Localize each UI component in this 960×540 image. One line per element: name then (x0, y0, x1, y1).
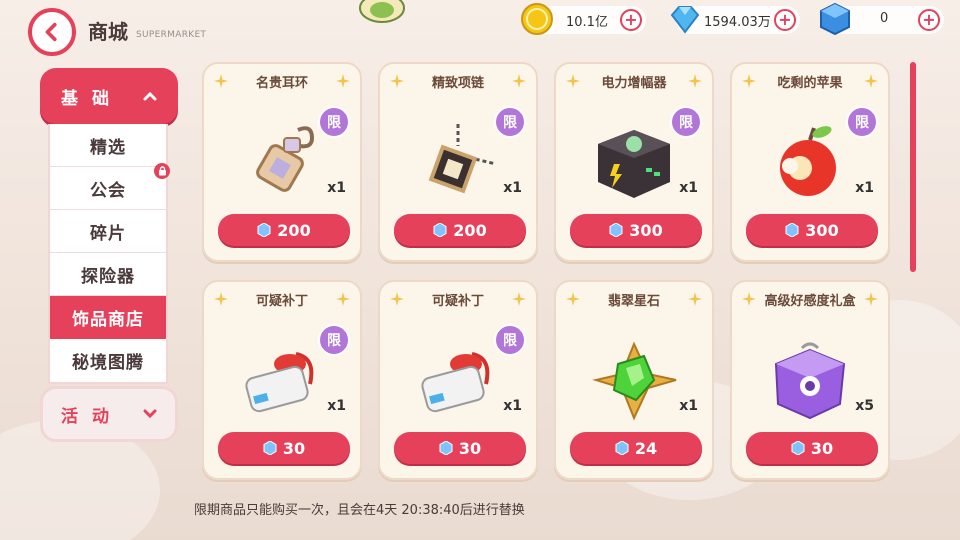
item-quantity: x1 (327, 398, 346, 414)
subcategory-label: 饰品商店 (72, 309, 144, 330)
bitten-apple-icon (780, 126, 836, 196)
gold-coin-icon (521, 3, 553, 35)
category-event-label: 活 动 (61, 406, 113, 427)
blue-cube-icon (820, 2, 850, 36)
subcategory-list: 精选 公会 碎片 探险器 饰品商店 秘境图腾 (48, 124, 170, 384)
buy-button[interactable]: 30 (394, 432, 526, 464)
cube-currency: 0 + (820, 2, 944, 36)
item-price: 200 (453, 220, 487, 240)
chevron-up-icon (143, 91, 157, 101)
subcategory-guild[interactable]: 公会 (50, 163, 170, 210)
diamond-amount: 1594.03万 (704, 15, 771, 30)
cube-amount: 0 (880, 11, 889, 26)
add-diamond-button[interactable]: + (774, 9, 796, 31)
page-title: 商城 (88, 20, 128, 44)
item-quantity: x1 (327, 180, 346, 196)
blue-cube-icon (257, 223, 271, 237)
add-cube-button[interactable]: + (918, 9, 940, 31)
subcategory-explorer[interactable]: 探险器 (50, 253, 166, 296)
patch-icon (245, 352, 314, 413)
subcategory-featured[interactable]: 精选 (50, 124, 166, 167)
item-quantity: x1 (679, 180, 698, 196)
subcategory-secret-totem[interactable]: 秘境图腾 (50, 339, 166, 382)
item-grid: 名贵耳环 限 x1 200 精致项链 限 x1 200 电力增幅器 限 x1 3… (202, 62, 902, 480)
item-price: 30 (810, 438, 834, 458)
necklace-icon (428, 124, 497, 194)
item-card-patch[interactable]: 可疑补丁 限 x1 30 (202, 280, 362, 480)
buy-button[interactable]: 30 (746, 432, 878, 464)
chevron-down-icon (143, 409, 157, 419)
item-name: 翡翠星石 (607, 294, 660, 309)
item-card-power-amplifier[interactable]: 电力增幅器 限 x1 300 (554, 62, 714, 262)
buy-button[interactable]: 24 (570, 432, 702, 464)
item-quantity: x1 (503, 398, 522, 414)
back-button[interactable] (28, 8, 76, 56)
blue-cube-icon (785, 223, 799, 237)
item-name: 精致项链 (431, 76, 484, 91)
item-card-bitten-apple[interactable]: 吃剩的苹果 限 x1 300 (730, 62, 890, 262)
blue-cube-icon (615, 441, 629, 455)
power-amplifier-icon (598, 130, 670, 198)
item-card-emerald-star[interactable]: 翡翠星石 x1 24 (554, 280, 714, 480)
subcategory-accessory-shop[interactable]: 饰品商店 (50, 296, 166, 339)
item-card-necklace[interactable]: 精致项链 限 x1 200 (378, 62, 538, 262)
earring-icon (256, 126, 315, 192)
gold-amount: 10.1亿 (566, 15, 608, 30)
gold-currency: 10.1亿 + (521, 3, 646, 35)
item-price: 30 (282, 438, 306, 458)
blue-cube-icon (263, 441, 277, 455)
item-card-earring[interactable]: 名贵耳环 限 x1 200 (202, 62, 362, 262)
item-name: 可疑补丁 (431, 294, 484, 309)
item-name: 名贵耳环 (255, 76, 308, 91)
item-card-gift-box[interactable]: 高级好感度礼盒 x5 30 (730, 280, 890, 480)
top-bar: 商城 SUPERMARKET 10.1亿 + 1594.03万 + 0 + (0, 0, 960, 56)
blue-cube-icon (609, 223, 623, 237)
scrollbar[interactable] (910, 62, 916, 482)
subcategory-fragments[interactable]: 碎片 (50, 210, 166, 253)
buy-button[interactable]: 200 (218, 214, 350, 246)
subcategory-label: 探险器 (81, 266, 135, 287)
buy-button[interactable]: 300 (570, 214, 702, 246)
subcategory-label: 碎片 (90, 223, 126, 244)
item-quantity: x1 (503, 180, 522, 196)
subcategory-label: 秘境图腾 (72, 353, 144, 373)
refresh-notice: 限期商品只能购买一次，且会在4天 20:38:40后进行替换 (194, 503, 525, 518)
blue-cube-icon (791, 441, 805, 455)
gift-box-icon (774, 342, 846, 420)
buy-button[interactable]: 300 (746, 214, 878, 246)
category-event-button[interactable]: 活 动 (40, 386, 178, 442)
item-name: 高级好感度礼盒 (764, 294, 856, 309)
item-quantity: x1 (855, 180, 874, 196)
lock-icon (154, 163, 170, 179)
item-price: 300 (805, 220, 839, 240)
diamond-currency: 1594.03万 + (670, 6, 800, 34)
item-name: 吃剩的苹果 (777, 76, 843, 91)
back-arrow-icon (45, 22, 57, 42)
item-quantity: x5 (855, 398, 874, 414)
subcategory-label: 精选 (90, 137, 126, 158)
mascot-icon (359, 0, 405, 23)
category-basic-button[interactable]: 基 础 (40, 68, 178, 124)
buy-button[interactable]: 200 (394, 214, 526, 246)
add-gold-button[interactable]: + (620, 9, 642, 31)
item-price: 30 (458, 438, 482, 458)
item-name: 可疑补丁 (255, 294, 308, 309)
blue-cube-icon (439, 441, 453, 455)
patch-icon (421, 352, 490, 413)
item-quantity: x1 (679, 398, 698, 414)
buy-button[interactable]: 30 (218, 432, 350, 464)
item-price: 300 (629, 220, 663, 240)
diamond-icon (670, 6, 700, 34)
scrollbar-thumb[interactable] (910, 62, 916, 272)
emerald-star-icon (592, 341, 677, 421)
blue-cube-icon (433, 223, 447, 237)
category-basic-label: 基 础 (61, 88, 113, 109)
item-card-patch[interactable]: 可疑补丁 限 x1 30 (378, 280, 538, 480)
item-price: 200 (277, 220, 311, 240)
item-price: 24 (634, 438, 658, 458)
subcategory-label: 公会 (90, 180, 126, 201)
item-name: 电力增幅器 (601, 76, 667, 91)
page-subtitle: SUPERMARKET (136, 30, 207, 40)
